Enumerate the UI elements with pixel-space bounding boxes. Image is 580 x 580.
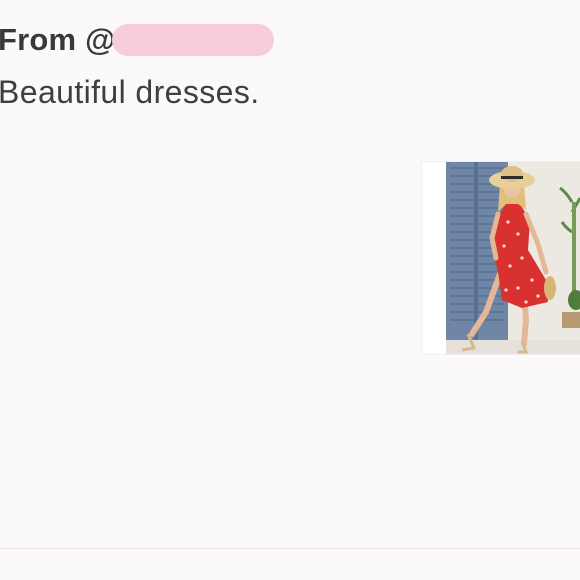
woman-in-red-floral-dress-icon	[422, 162, 580, 354]
redacted-username	[111, 24, 274, 56]
message-text: Beautiful dresses.	[0, 74, 260, 110]
product-thumbnail[interactable]	[422, 162, 580, 354]
sender-line: From @	[0, 18, 274, 62]
shared-message-screen: From @ Beautiful dresses.	[0, 0, 580, 580]
sender-prefix: From @	[0, 22, 116, 57]
bottom-divider	[0, 548, 580, 549]
